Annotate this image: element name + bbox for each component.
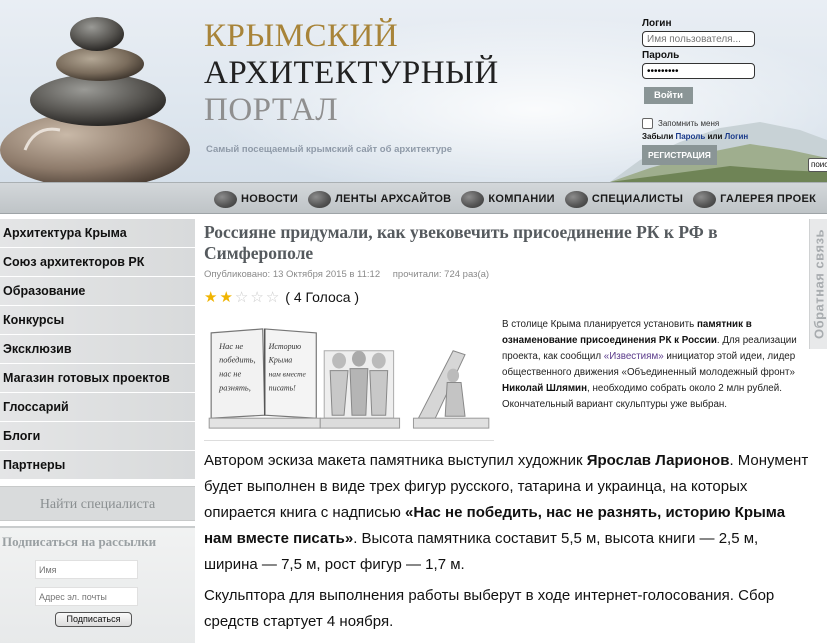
published-date: Опубликовано: 13 Октября 2015 в 11:12 (204, 269, 381, 280)
monument-sketch-image: Нас не победить, нас не разнять, Историю… (204, 321, 494, 441)
p1-bold-1: Ярослав Ларионов (586, 452, 730, 469)
rating-widget: ★ ★ ☆ ☆ ☆ ( 4 Голоса ) (204, 288, 804, 306)
lead-text-1: В столице Крыма планируется установить (502, 319, 697, 330)
book-text-left-4: разнять, (218, 382, 251, 392)
nav-item-feeds[interactable]: ЛЕНТЫ АРХСАЙТОВ (308, 190, 452, 208)
star-icon[interactable]: ☆ (250, 290, 263, 305)
logo-line-2: АРХИТЕКТУРНЫЙ (204, 55, 499, 91)
find-specialist-button[interactable]: Найти специалиста (0, 486, 195, 521)
article-lead: В столице Крыма планируется установить п… (502, 317, 807, 413)
site-logo[interactable]: КРЫМСКИЙ АРХИТЕКТУРНЫЙ ПОРТАЛ (204, 20, 499, 127)
forgot-password-link[interactable]: Пароль (675, 132, 705, 141)
book-text-right-2: Крыма (268, 356, 293, 365)
nav-item-label: КОМПАНИИ (488, 193, 555, 205)
password-label: Пароль (642, 50, 680, 61)
sidebar-item-glossary[interactable]: Глоссарий (0, 393, 195, 422)
register-button[interactable]: РЕГИСТРАЦИЯ (642, 145, 717, 165)
feedback-label: Обратная связь (811, 228, 826, 340)
logo-line-1: КРЫМСКИЙ (204, 18, 399, 54)
remember-me[interactable]: Запомнить меня (642, 116, 822, 130)
sidebar-item-education[interactable]: Образование (0, 277, 195, 306)
sidebar-item-architecture[interactable]: Архитектура Крыма (0, 219, 195, 248)
article-meta: Опубликовано: 13 Октября 2015 в 11:12 пр… (204, 269, 804, 280)
nav-item-label: СПЕЦИАЛИСТЫ (591, 193, 684, 205)
nav-item-gallery[interactable]: ГАЛЕРЕЯ ПРОЕК (693, 190, 817, 208)
sidebar-item-shop[interactable]: Магазин готовых проектов (0, 364, 195, 393)
subscribe-title: Подписаться на рассылки (2, 534, 157, 549)
login-label: Логин (642, 18, 672, 29)
nav-item-label: НОВОСТИ (241, 193, 299, 205)
article-body: Автором эскиза макета памятника выступил… (204, 448, 814, 635)
subscribe-email-input[interactable] (35, 587, 138, 606)
izvestia-link[interactable]: «Известиям» (604, 351, 664, 362)
subscribe-form: Подписаться на рассылки Подписаться (0, 526, 195, 643)
stone-icon (564, 190, 588, 208)
forgot-login-link[interactable]: Логин (725, 132, 749, 141)
book-text-right-4: писать! (269, 383, 297, 392)
subscribe-button[interactable]: Подписаться (55, 612, 132, 627)
star-icon[interactable]: ★ (204, 290, 217, 305)
main-nav: НОВОСТИ ЛЕНТЫ АРХСАЙТОВ КОМПАНИИ СПЕЦИАЛ… (0, 182, 827, 214)
remember-label: Запомнить меня (658, 118, 720, 128)
sidebar-item-partners[interactable]: Партнеры (0, 451, 195, 480)
book-text-right-1: Историю (268, 342, 302, 351)
site-header: КРЫМСКИЙ АРХИТЕКТУРНЫЙ ПОРТАЛ Самый посе… (0, 0, 827, 182)
logo-line-3: ПОРТАЛ (204, 92, 339, 128)
nav-item-label: ГАЛЕРЕЯ ПРОЕК (720, 193, 817, 205)
forgot-prefix: Забыли (642, 132, 674, 141)
nav-item-news[interactable]: НОВОСТИ (214, 190, 299, 208)
nav-item-label: ЛЕНТЫ АРХСАЙТОВ (335, 193, 452, 205)
book-text-right-3: нам вместе (269, 370, 307, 379)
nav-item-specialists[interactable]: СПЕЦИАЛИСТЫ (564, 190, 684, 208)
article: Россияне придумали, как увековечить прис… (204, 222, 808, 630)
nav-items: НОВОСТИ ЛЕНТЫ АРХСАЙТОВ КОМПАНИИ СПЕЦИАЛ… (214, 183, 826, 215)
forgot-or: или (707, 132, 723, 141)
sidebar-item-exclusive[interactable]: Эксклюзив (0, 335, 195, 364)
sidebar-item-contests[interactable]: Конкурсы (0, 306, 195, 335)
feedback-tab[interactable]: Обратная связь (809, 219, 827, 349)
book-text-left-1: Нас не (218, 341, 243, 351)
subscribe-name-input[interactable] (35, 560, 138, 579)
nav-item-companies[interactable]: КОМПАНИИ (461, 190, 555, 208)
votes-count: ( 4 Голоса ) (285, 289, 360, 305)
view-count: прочитали: 724 раз(а) (392, 269, 490, 280)
book-text-left-2: победить, (219, 355, 256, 365)
book-text-left-3: нас не (219, 369, 241, 379)
paragraph-1: Автором эскиза макета памятника выступил… (204, 448, 814, 578)
sidebar: Архитектура Крыма Союз архитекторов РК О… (0, 219, 195, 643)
sidebar-item-union[interactable]: Союз архитекторов РК (0, 248, 195, 277)
forgot-links: Забыли Пароль или Логин (642, 132, 822, 141)
lead-bold-2: Николай Шлямин (502, 383, 588, 394)
stone-icon (461, 190, 485, 208)
site-tagline: Самый посещаемый крымский сайт об архите… (206, 144, 453, 155)
star-icon[interactable]: ☆ (266, 290, 279, 305)
password-input[interactable] (642, 63, 755, 79)
star-icon[interactable]: ★ (219, 290, 232, 305)
login-form: Логин Пароль Войти Запомнить меня Забыли… (642, 18, 822, 165)
username-input[interactable] (642, 31, 755, 47)
paragraph-2: Скульптора для выполнения работы выберут… (204, 587, 775, 630)
stone-icon (308, 190, 332, 208)
article-title: Россияне придумали, как увековечить прис… (204, 222, 718, 263)
search-input[interactable]: поис (808, 158, 827, 172)
sidebar-item-blogs[interactable]: Блоги (0, 422, 195, 451)
remember-checkbox[interactable] (642, 117, 653, 129)
stone-icon (214, 190, 237, 208)
p1-text-1: Автором эскиза макета памятника выступил… (204, 452, 587, 469)
stone-icon (693, 190, 717, 208)
login-button[interactable]: Войти (644, 87, 693, 104)
stones-logo-image (0, 17, 190, 182)
star-icon[interactable]: ☆ (235, 290, 248, 305)
